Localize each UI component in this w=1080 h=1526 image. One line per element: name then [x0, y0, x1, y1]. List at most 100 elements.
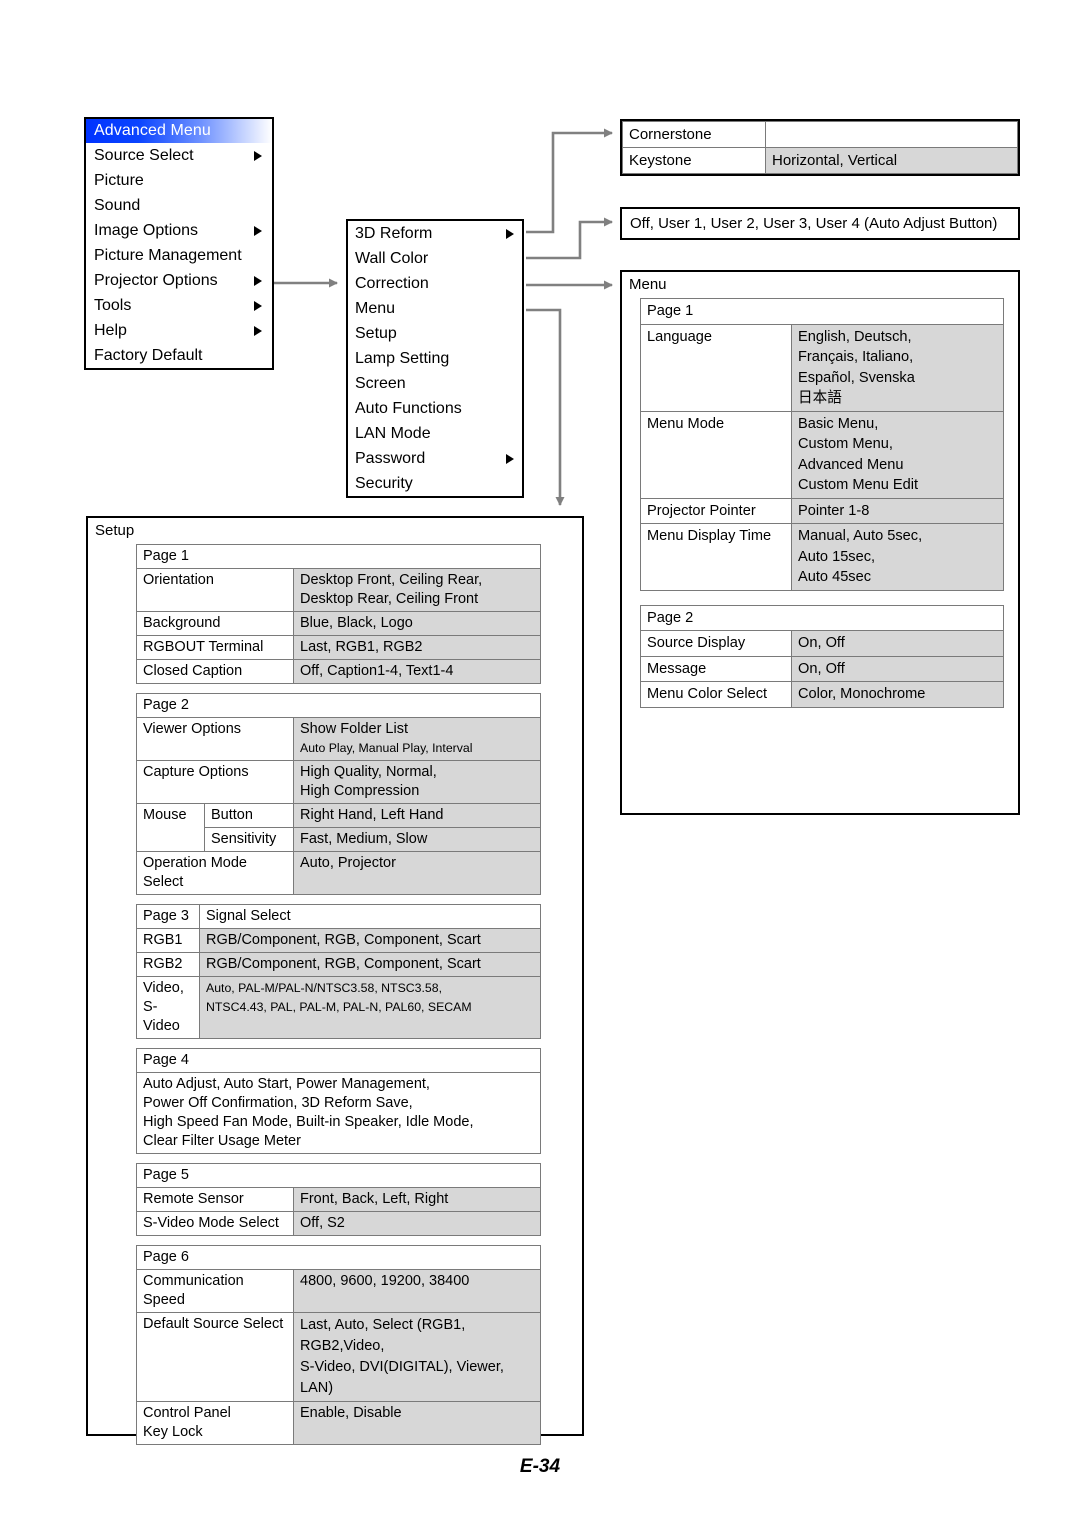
- submenu-item-setup[interactable]: Setup: [348, 321, 522, 346]
- submenu-item-label: Auto Functions: [355, 400, 462, 417]
- table-row: Operation Mode Select Auto, Projector: [136, 851, 541, 895]
- chevron-right-icon: [254, 275, 262, 286]
- table-row: RGB2 RGB/Component, RGB, Component, Scar…: [136, 952, 541, 977]
- closed-caption-value: Off, Caption1-4, Text1-4: [293, 659, 541, 684]
- table-row: Closed Caption Off, Caption1-4, Text1-4: [136, 659, 541, 684]
- menu-item-label: Help: [94, 322, 127, 339]
- setup-panel-title: Setup: [95, 522, 135, 539]
- setup-page5-header: Page 5: [136, 1163, 541, 1188]
- advanced-menu-panel: Advanced Menu Source Select Picture Soun…: [84, 117, 274, 370]
- mouse-sensitivity-value: Fast, Medium, Slow: [293, 827, 541, 852]
- svideo-mode-select-label: S-Video Mode Select: [136, 1211, 294, 1236]
- mouse-label: Mouse: [136, 803, 205, 852]
- submenu-item-label: Lamp Setting: [355, 350, 450, 367]
- closed-caption-label: Closed Caption: [136, 659, 294, 684]
- capture-options-label: Capture Options: [136, 760, 294, 804]
- default-source-select-label: Default Source Select: [136, 1312, 294, 1402]
- submenu-item-auto-functions[interactable]: Auto Functions: [348, 396, 522, 421]
- projector-pointer-label: Projector Pointer: [640, 497, 792, 524]
- video-label-line2: S-Video: [143, 999, 180, 1034]
- mouse-button-value: Right Hand, Left Hand: [293, 803, 541, 828]
- table-row: Page 5: [136, 1163, 541, 1188]
- no-arrow-spacer: [506, 429, 514, 439]
- setup-page6-header: Page 6: [136, 1245, 541, 1270]
- submenu-item-label: Password: [355, 450, 426, 467]
- video-value-line1: Auto, PAL-M/PAL-N/NTSC3.58, NTSC3.58,: [206, 981, 443, 995]
- menu-display-time-value: Manual, Auto 5sec, Auto 15sec, Auto 45se…: [791, 523, 1004, 591]
- submenu-item-3d-reform[interactable]: 3D Reform: [348, 221, 522, 246]
- setup-page4-table: Page 4 Auto Adjust, Auto Start, Power Ma…: [136, 1048, 541, 1154]
- menu-item-help[interactable]: Help: [86, 318, 272, 343]
- no-arrow-spacer: [506, 266, 514, 276]
- table-row: Viewer Options Show Folder List Auto Pla…: [136, 717, 541, 761]
- menu-mode-value: Basic Menu, Custom Menu, Advanced Menu C…: [791, 410, 1004, 499]
- menu-item-sound[interactable]: Sound: [86, 193, 272, 218]
- menu-item-label: Sound: [94, 197, 141, 214]
- submenu-item-wall-color-correction[interactable]: Wall Color Correction: [348, 246, 522, 296]
- menu-item-image-options[interactable]: Image Options: [86, 218, 272, 243]
- table-row: S-Video Mode Select Off, S2: [136, 1211, 541, 1236]
- advanced-menu-items: Source Select Picture Sound Image Option…: [86, 143, 272, 368]
- remote-sensor-value: Front, Back, Left, Right: [293, 1187, 541, 1212]
- menu-item-label: Projector Options: [94, 272, 218, 289]
- mouse-button-label: Button: [204, 803, 294, 828]
- table-row: Page 3 Signal Select: [136, 904, 541, 929]
- menu-item-picture[interactable]: Picture: [86, 168, 272, 193]
- submenu-item-screen[interactable]: Screen: [348, 371, 522, 396]
- menu-item-projector-options[interactable]: Projector Options: [86, 268, 272, 293]
- setup-page2-group: Page 2 Viewer Options Show Folder List A…: [136, 693, 541, 895]
- control-panel-key-lock-value: Enable, Disable: [293, 1401, 541, 1445]
- page-number: E-34: [519, 1456, 561, 1477]
- table-row: Video, S-Video Auto, PAL-M/PAL-N/NTSC3.5…: [136, 976, 541, 1039]
- menu-color-select-value: Color, Monochrome: [791, 681, 1004, 708]
- table-row: Menu Mode Basic Menu, Custom Menu, Advan…: [640, 410, 1004, 499]
- menu-page2-header: Page 2: [640, 604, 1004, 631]
- menu-item-source-select[interactable]: Source Select: [86, 143, 272, 168]
- submenu-item-lan-mode[interactable]: LAN Mode: [348, 421, 522, 446]
- menu-item-factory-default[interactable]: Factory Default: [86, 343, 272, 368]
- table-row: Source Display On, Off: [640, 630, 1004, 657]
- orientation-label: Orientation: [136, 568, 294, 612]
- menu-item-tools[interactable]: Tools: [86, 293, 272, 318]
- table-row: Default Source Select Last, Auto, Select…: [136, 1312, 541, 1402]
- page4-line: Auto Adjust, Auto Start, Power Managemen…: [143, 1076, 430, 1092]
- setup-page2-header: Page 2: [136, 693, 541, 718]
- setup-settings-panel: Setup Page 1 Orientation Desktop Front, …: [86, 516, 584, 1445]
- setup-page4-body: Auto Adjust, Auto Start, Power Managemen…: [136, 1072, 541, 1154]
- menu-item-picture-management[interactable]: Picture Management: [86, 243, 272, 268]
- menu-color-select-label: Menu Color Select: [640, 681, 792, 708]
- table-row: Page 1: [640, 298, 1004, 325]
- table-row: Message On, Off: [640, 655, 1004, 682]
- submenu-item-label: Security: [355, 475, 413, 492]
- submenu-item-password[interactable]: Password: [348, 446, 522, 471]
- submenu-item-security[interactable]: Security: [348, 471, 522, 496]
- keystone-label: Keystone: [622, 147, 766, 174]
- rgbout-terminal-label: RGBOUT Terminal: [136, 635, 294, 660]
- menu-item-label: Tools: [94, 297, 132, 314]
- no-arrow-spacer: [254, 251, 262, 261]
- table-row: Page 2: [136, 693, 541, 718]
- table-row: Language English, Deutsch, Français, Ita…: [640, 323, 1004, 412]
- setup-panel-inner: Page 1 Orientation Desktop Front, Ceilin…: [136, 544, 541, 1445]
- wall-color-correction-values-box: Off, User 1, User 2, User 3, User 4 (Aut…: [620, 207, 1020, 240]
- cornerstone-value: [765, 121, 1018, 148]
- setup-page3-table: Page 3 Signal Select RGB1 RGB/Component,…: [136, 904, 541, 1039]
- menu-panel-inner: Page 1 Language English, Deutsch, França…: [640, 298, 1004, 708]
- cornerstone-label: Cornerstone: [622, 121, 766, 148]
- no-arrow-spacer: [254, 176, 262, 186]
- setup-page1-group: Page 1 Orientation Desktop Front, Ceilin…: [136, 544, 541, 684]
- svideo-mode-select-value: Off, S2: [293, 1211, 541, 1236]
- communication-speed-value: 4800, 9600, 19200, 38400: [293, 1269, 541, 1313]
- submenu-item-menu[interactable]: Menu: [348, 296, 522, 321]
- message-label: Message: [640, 655, 792, 682]
- remote-sensor-label: Remote Sensor: [136, 1187, 294, 1212]
- submenu-item-lamp-setting[interactable]: Lamp Setting: [348, 346, 522, 371]
- background-label: Background: [136, 611, 294, 636]
- language-label: Language: [640, 323, 792, 412]
- video-value-line2: NTSC4.43, PAL, PAL-M, PAL-N, PAL60, SECA…: [206, 1000, 472, 1014]
- menu-item-label: Image Options: [94, 222, 199, 239]
- rgbout-terminal-value: Last, RGB1, RGB2: [293, 635, 541, 660]
- no-arrow-spacer: [254, 351, 262, 361]
- chevron-right-icon: [254, 225, 262, 236]
- setup-page2-table: Page 2 Viewer Options Show Folder List A…: [136, 693, 541, 895]
